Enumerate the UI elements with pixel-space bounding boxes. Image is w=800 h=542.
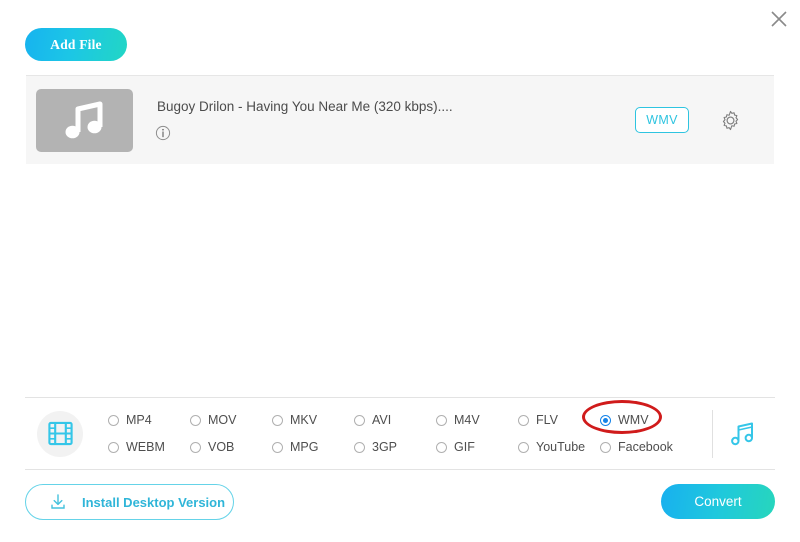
radio-icon: [354, 442, 365, 453]
format-options-grid: MP4 MOV MKV AVI M4V FLV: [108, 408, 710, 459]
music-note-icon: [62, 100, 108, 140]
format-option-3gp[interactable]: 3GP: [354, 435, 436, 459]
format-option-label: 3GP: [372, 440, 397, 454]
format-option-mkv[interactable]: MKV: [272, 408, 354, 432]
file-output-format-label: WMV: [646, 113, 677, 127]
radio-icon: [272, 442, 283, 453]
format-option-label: M4V: [454, 413, 480, 427]
radio-icon-selected: [600, 415, 611, 426]
file-settings-button[interactable]: [719, 109, 741, 131]
format-option-label: FLV: [536, 413, 558, 427]
format-option-label: MOV: [208, 413, 236, 427]
format-option-label: MKV: [290, 413, 317, 427]
format-option-youtube[interactable]: YouTube: [518, 435, 600, 459]
radio-icon: [190, 415, 201, 426]
format-option-label: YouTube: [536, 440, 585, 454]
add-file-label: Add File: [50, 37, 101, 53]
format-option-wmv[interactable]: WMV: [600, 408, 690, 432]
format-option-flv[interactable]: FLV: [518, 408, 600, 432]
format-option-m4v[interactable]: M4V: [436, 408, 518, 432]
format-bar-bottom-divider: [25, 469, 775, 470]
close-icon: [769, 9, 789, 29]
format-option-label: MP4: [126, 413, 152, 427]
radio-icon: [190, 442, 201, 453]
radio-icon: [600, 442, 611, 453]
music-note-icon: [729, 419, 759, 449]
format-option-facebook[interactable]: Facebook: [600, 435, 690, 459]
format-option-label: AVI: [372, 413, 391, 427]
format-option-label: VOB: [208, 440, 234, 454]
format-option-label: GIF: [454, 440, 475, 454]
file-list-item[interactable]: Bugoy Drilon - Having You Near Me (320 k…: [26, 75, 774, 164]
format-option-mov[interactable]: MOV: [190, 408, 272, 432]
radio-icon: [436, 415, 447, 426]
format-option-webm[interactable]: WEBM: [108, 435, 190, 459]
format-option-avi[interactable]: AVI: [354, 408, 436, 432]
add-file-button[interactable]: Add File: [25, 28, 127, 61]
convert-label: Convert: [694, 494, 741, 509]
radio-icon: [518, 415, 529, 426]
format-option-label: WMV: [618, 413, 649, 427]
format-option-vob[interactable]: VOB: [190, 435, 272, 459]
radio-icon: [108, 442, 119, 453]
install-desktop-version-button[interactable]: Install Desktop Version: [25, 484, 234, 520]
radio-icon: [436, 442, 447, 453]
close-button[interactable]: [764, 4, 794, 34]
film-strip-icon: [47, 420, 74, 447]
file-meta: Bugoy Drilon - Having You Near Me (320 k…: [155, 99, 635, 141]
radio-icon: [108, 415, 119, 426]
radio-icon: [518, 442, 529, 453]
tab-audio-formats[interactable]: [713, 419, 775, 449]
install-desktop-version-label: Install Desktop Version: [82, 495, 225, 510]
info-circle-icon[interactable]: [155, 125, 171, 141]
file-output-format-button[interactable]: WMV: [635, 107, 689, 133]
format-option-gif[interactable]: GIF: [436, 435, 518, 459]
file-title: Bugoy Drilon - Having You Near Me (320 k…: [155, 99, 635, 114]
convert-button[interactable]: Convert: [661, 484, 775, 519]
format-option-label: MPG: [290, 440, 318, 454]
file-thumbnail: [36, 89, 133, 152]
gear-icon: [720, 110, 741, 131]
download-icon: [48, 492, 68, 512]
format-option-label: WEBM: [126, 440, 165, 454]
format-option-mpg[interactable]: MPG: [272, 435, 354, 459]
radio-icon: [354, 415, 365, 426]
converter-window: Add File Bugoy Drilon - Having You Near …: [0, 0, 800, 542]
format-option-mp4[interactable]: MP4: [108, 408, 190, 432]
tab-video-formats[interactable]: [37, 411, 83, 457]
format-option-label: Facebook: [618, 440, 673, 454]
radio-icon: [272, 415, 283, 426]
format-bar: MP4 MOV MKV AVI M4V FLV: [25, 398, 775, 469]
